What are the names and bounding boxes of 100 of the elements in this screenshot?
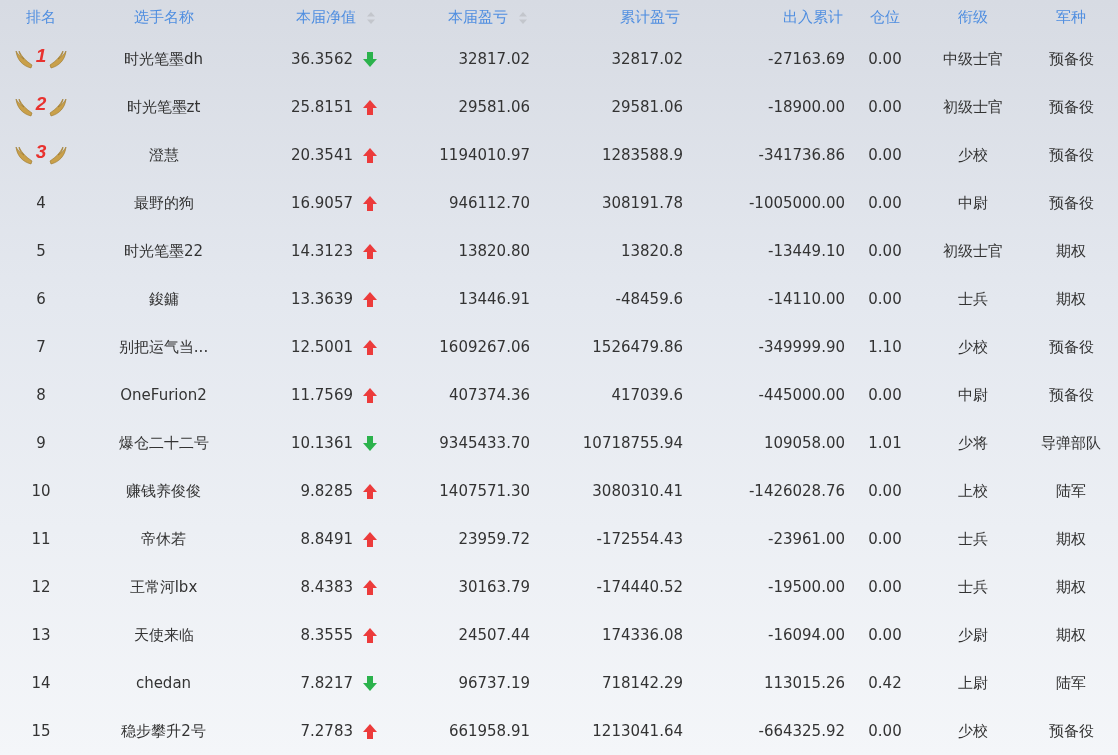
rank-number: 5 [36, 242, 46, 260]
position-cell: 0.00 [868, 626, 902, 644]
rank-title-cell: 中尉 [957, 193, 988, 213]
rank-number: 7 [36, 338, 46, 356]
total-profit-cell: 1283588.9 [601, 146, 683, 164]
rank-number: 14 [31, 674, 51, 692]
net-value-cell: 20.3541 [290, 146, 353, 164]
rank-number: 8 [36, 386, 46, 404]
flow-cell: -18900.00 [768, 98, 845, 116]
sort-icon[interactable] [366, 10, 376, 25]
flow-cell: -19500.00 [768, 578, 845, 596]
total-profit-cell: -48459.6 [615, 290, 683, 308]
total-profit-cell: 1526479.86 [592, 338, 683, 356]
rank-title-cell: 士兵 [957, 529, 988, 549]
player-name: 时光笔墨22 [123, 241, 204, 261]
flow-cell: -27163.69 [768, 50, 845, 68]
player-name: 爆仓二十二号 [118, 433, 209, 453]
branch-cell: 期权 [1056, 241, 1086, 261]
total-profit-cell: -172554.43 [596, 530, 683, 548]
flow-cell: -13449.10 [768, 242, 845, 260]
column-header[interactable]: 本届盈亏 [448, 8, 508, 27]
player-name: OneFurion2 [120, 386, 207, 404]
player-name: 时光笔墨dh [124, 49, 203, 69]
column-header[interactable]: 排名 [26, 8, 56, 27]
flow-cell: -664325.92 [758, 722, 845, 740]
profit-cell: 23959.72 [458, 530, 530, 548]
net-value-cell: 9.8285 [300, 482, 353, 500]
profit-cell: 9345433.70 [439, 434, 530, 452]
net-value-cell: 13.3639 [290, 290, 353, 308]
column-header[interactable]: 衔级 [957, 8, 988, 27]
profit-cell: 13446.91 [458, 290, 530, 308]
total-profit-cell: 718142.29 [601, 674, 683, 692]
player-name: 天使来临 [133, 625, 194, 645]
profit-cell: 1407571.30 [439, 482, 530, 500]
column-header[interactable]: 累计盈亏 [620, 8, 680, 27]
branch-cell: 预备役 [1048, 49, 1094, 69]
player-name: 鋑鏞 [148, 289, 179, 309]
profit-cell: 1194010.97 [439, 146, 530, 164]
player-name: chedan [135, 674, 192, 692]
column-header[interactable]: 选手名称 [133, 8, 194, 27]
column-header[interactable]: 出入累计 [783, 8, 843, 27]
rank-title-cell: 初级士官 [942, 97, 1003, 117]
net-value-cell: 7.2783 [300, 722, 353, 740]
flow-cell: 113015.26 [763, 674, 845, 692]
position-cell: 0.00 [868, 386, 902, 404]
total-profit-cell: 13820.8 [620, 242, 683, 260]
column-header[interactable]: 本届净值 [296, 8, 356, 27]
player-name: 帝休若 [141, 529, 186, 549]
branch-cell: 预备役 [1048, 337, 1094, 357]
player-name: 稳步攀升2号 [121, 721, 206, 741]
profit-cell: 13820.80 [458, 242, 530, 260]
sort-icon[interactable] [518, 10, 528, 25]
profit-cell: 32817.02 [458, 50, 530, 68]
rank-number: 1 [34, 45, 48, 67]
branch-cell: 陆军 [1056, 673, 1086, 693]
net-value-cell: 8.3555 [300, 626, 353, 644]
wing-icon [49, 96, 67, 118]
branch-cell: 预备役 [1048, 385, 1094, 405]
branch-cell: 期权 [1056, 625, 1086, 645]
player-name: 时光笔墨zt [126, 97, 201, 117]
flow-cell: -445000.00 [758, 386, 845, 404]
flow-cell: -14110.00 [768, 290, 845, 308]
rank-number: 11 [31, 530, 51, 548]
branch-cell: 预备役 [1048, 97, 1094, 117]
total-profit-cell: 417039.6 [611, 386, 683, 404]
position-cell: 0.42 [868, 674, 902, 692]
player-name: 最野的狗 [133, 193, 194, 213]
column-header[interactable]: 仓位 [870, 8, 900, 27]
rank-title-cell: 少校 [957, 337, 988, 357]
flow-cell: 109058.00 [763, 434, 845, 452]
rank-title-cell: 中级士官 [942, 49, 1003, 69]
player-name: 澄慧 [148, 145, 179, 165]
column-header[interactable]: 军种 [1056, 8, 1086, 27]
position-cell: 0.00 [868, 482, 902, 500]
branch-cell: 期权 [1056, 529, 1086, 549]
rank-title-cell: 士兵 [957, 289, 988, 309]
rank-number: 9 [36, 434, 46, 452]
wing-icon [49, 48, 67, 70]
rank-number: 4 [36, 194, 46, 212]
profit-cell: 29581.06 [458, 98, 530, 116]
net-value-cell: 25.8151 [290, 98, 353, 116]
profit-cell: 96737.19 [458, 674, 530, 692]
net-value-cell: 12.5001 [290, 338, 353, 356]
branch-cell: 预备役 [1048, 145, 1094, 165]
branch-cell: 期权 [1056, 289, 1086, 309]
net-value-cell: 8.4383 [300, 578, 353, 596]
total-profit-cell: 29581.06 [611, 98, 683, 116]
rank-number: 12 [31, 578, 51, 596]
position-cell: 0.00 [868, 530, 902, 548]
player-name: 别把运气当... [118, 337, 209, 357]
flow-cell: -1426028.76 [748, 482, 845, 500]
position-cell: 0.00 [868, 98, 902, 116]
net-value-cell: 7.8217 [300, 674, 353, 692]
flow-cell: -16094.00 [768, 626, 845, 644]
profit-cell: 24507.44 [458, 626, 530, 644]
total-profit-cell: -174440.52 [596, 578, 683, 596]
wing-icon [49, 144, 67, 166]
position-cell: 0.00 [868, 242, 902, 260]
player-name: 王常河lbx [129, 577, 198, 597]
flow-cell: -1005000.00 [748, 194, 845, 212]
